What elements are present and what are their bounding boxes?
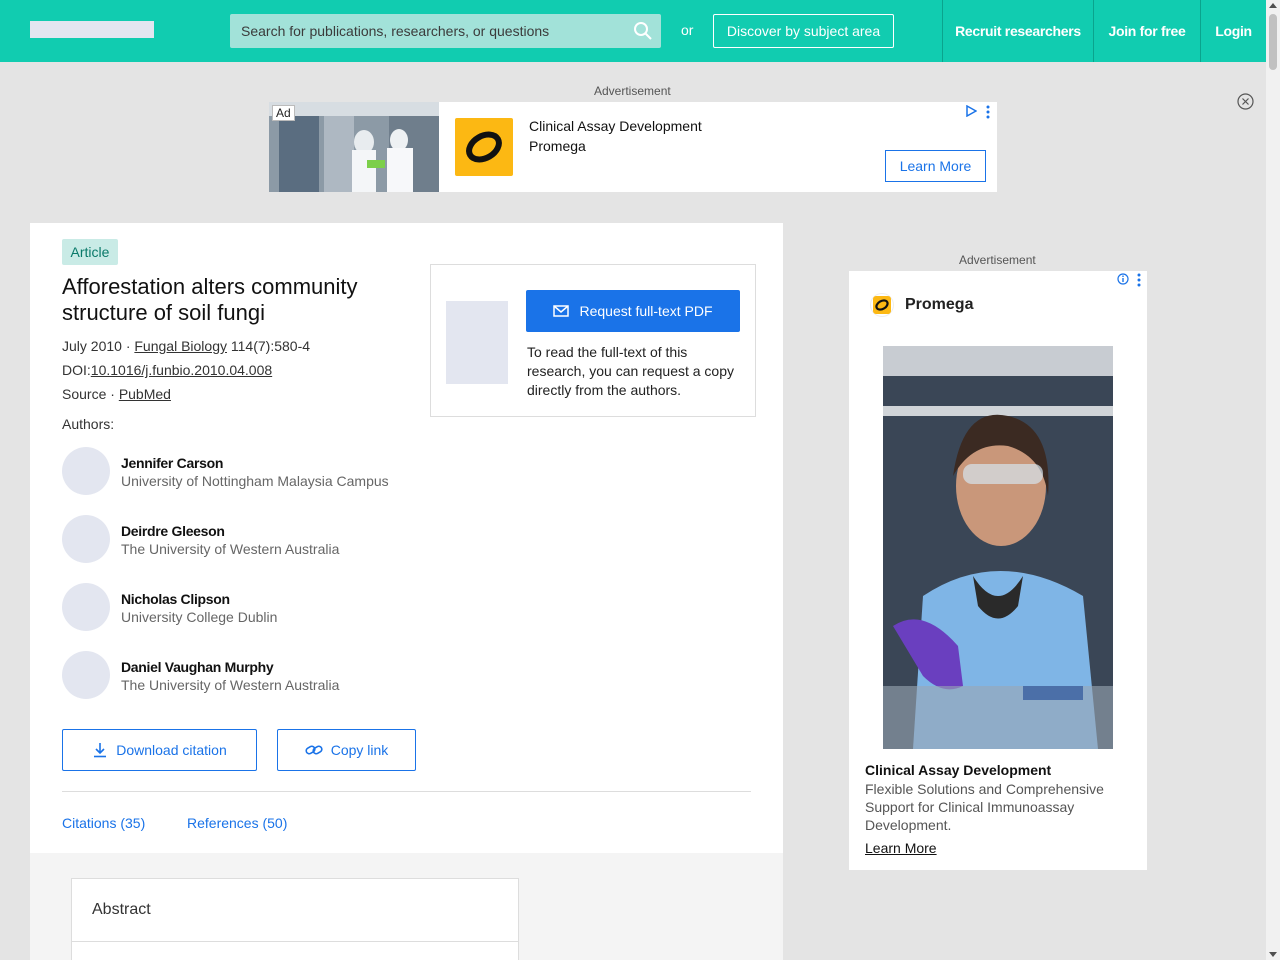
author-name[interactable]: Jennifer Carson — [121, 455, 223, 471]
ad-brand-name: Promega — [905, 296, 974, 313]
article-type-badge: Article — [62, 239, 118, 265]
journal-volume: 114(7):580-4 — [227, 338, 311, 354]
publication-date: July 2010 · — [62, 338, 135, 354]
abstract-divider — [72, 941, 518, 942]
advertisement-label: Advertisement — [594, 84, 671, 98]
doi-label: DOI: — [62, 362, 91, 378]
source-line: Source · PubMed — [62, 386, 171, 402]
advertisement-label: Advertisement — [959, 253, 1036, 267]
close-ad-icon[interactable] — [1237, 93, 1254, 110]
or-label: or — [681, 22, 694, 38]
adchoices-icon[interactable] — [965, 105, 977, 117]
author-avatar[interactable] — [62, 583, 110, 631]
info-icon[interactable] — [1117, 273, 1129, 285]
fulltext-request-panel: Request full-text PDF To read the full-t… — [430, 264, 756, 417]
link-icon — [305, 745, 323, 755]
scroll-up-icon[interactable] — [1269, 3, 1277, 8]
fulltext-description: To read the full-text of this research, … — [527, 344, 735, 398]
doi-line: DOI:10.1016/j.funbio.2010.04.008 — [62, 362, 272, 378]
nav-login[interactable]: Login — [1200, 0, 1266, 62]
ad-headline: Clinical Assay Development — [865, 762, 1052, 778]
source-label: Source · — [62, 386, 119, 402]
scrollbar-thumb[interactable] — [1269, 14, 1277, 70]
ad-menu-icon[interactable] — [985, 105, 991, 119]
author-name[interactable]: Nicholas Clipson — [121, 591, 230, 607]
ad-advertiser: Promega — [529, 138, 586, 154]
journal-link[interactable]: Fungal Biology — [134, 338, 227, 354]
site-logo[interactable] — [30, 21, 154, 38]
authors-heading: Authors: — [62, 416, 115, 432]
tab-references[interactable]: References (50) — [187, 815, 287, 831]
ad-menu-icon[interactable] — [1136, 273, 1142, 287]
nav-recruit-researchers[interactable]: Recruit researchers — [942, 0, 1093, 62]
pdf-thumbnail — [446, 301, 508, 384]
promega-logo — [455, 118, 513, 176]
copy-link-label: Copy link — [330, 742, 389, 758]
author-item[interactable]: Daniel Vaughan Murphy The University of … — [62, 651, 422, 699]
author-institution: University College Dublin — [121, 609, 278, 625]
download-citation-button[interactable]: Download citation — [62, 729, 257, 771]
abstract-section: Abstract — [71, 878, 519, 960]
abstract-heading: Abstract — [92, 901, 151, 918]
author-item[interactable]: Nicholas Clipson University College Dubl… — [62, 583, 422, 631]
author-name[interactable]: Daniel Vaughan Murphy — [121, 659, 274, 675]
ad-badge: Ad — [272, 105, 295, 121]
ad-scientist-photo — [883, 346, 1113, 749]
author-item[interactable]: Jennifer Carson University of Nottingham… — [62, 447, 422, 495]
discover-subject-button[interactable]: Discover by subject area — [713, 14, 894, 48]
article-publication-line: July 2010 · Fungal Biology 114(7):580-4 — [62, 338, 310, 354]
ad-title: Clinical Assay Development — [529, 118, 702, 134]
download-citation-label: Download citation — [116, 742, 227, 758]
ad-learn-more-link[interactable]: Learn More — [865, 840, 937, 856]
author-institution: University of Nottingham Malaysia Campus — [121, 473, 389, 489]
section-divider — [62, 791, 751, 792]
search-icon[interactable] — [633, 21, 653, 41]
author-avatar[interactable] — [62, 447, 110, 495]
request-fulltext-label: Request full-text PDF — [579, 303, 713, 319]
sidebar-ad[interactable]: Promega Clinical Assay Development Flexi… — [849, 271, 1147, 870]
top-banner-ad[interactable]: Ad Clinical Assay Development Promega Le… — [269, 102, 997, 192]
doi-link[interactable]: 10.1016/j.funbio.2010.04.008 — [91, 362, 272, 378]
source-link[interactable]: PubMed — [119, 386, 171, 402]
nav-join-free[interactable]: Join for free — [1093, 0, 1200, 62]
mail-icon — [553, 305, 570, 317]
download-icon — [94, 743, 107, 758]
author-institution: The University of Western Australia — [121, 541, 340, 557]
search-box — [230, 14, 661, 48]
request-fulltext-button[interactable]: Request full-text PDF — [526, 290, 740, 332]
article-title: Afforestation alters community structure… — [62, 274, 358, 325]
scroll-down-icon[interactable] — [1269, 952, 1277, 957]
author-institution: The University of Western Australia — [121, 677, 340, 693]
author-name[interactable]: Deirdre Gleeson — [121, 523, 225, 539]
ad-description: Flexible Solutions and Comprehensive Sup… — [865, 781, 1104, 833]
page-scrollbar[interactable] — [1266, 0, 1280, 960]
author-avatar[interactable] — [62, 651, 110, 699]
author-item[interactable]: Deirdre Gleeson The University of Wester… — [62, 515, 422, 563]
search-input[interactable] — [230, 14, 630, 48]
ad-lab-photo: Ad — [269, 102, 439, 192]
promega-logo — [870, 293, 894, 317]
tab-citations[interactable]: Citations (35) — [62, 815, 145, 831]
copy-link-button[interactable]: Copy link — [277, 729, 416, 771]
author-avatar[interactable] — [62, 515, 110, 563]
ad-learn-more-button[interactable]: Learn More — [885, 150, 986, 182]
top-header: or Discover by subject area Recruit rese… — [0, 0, 1266, 62]
